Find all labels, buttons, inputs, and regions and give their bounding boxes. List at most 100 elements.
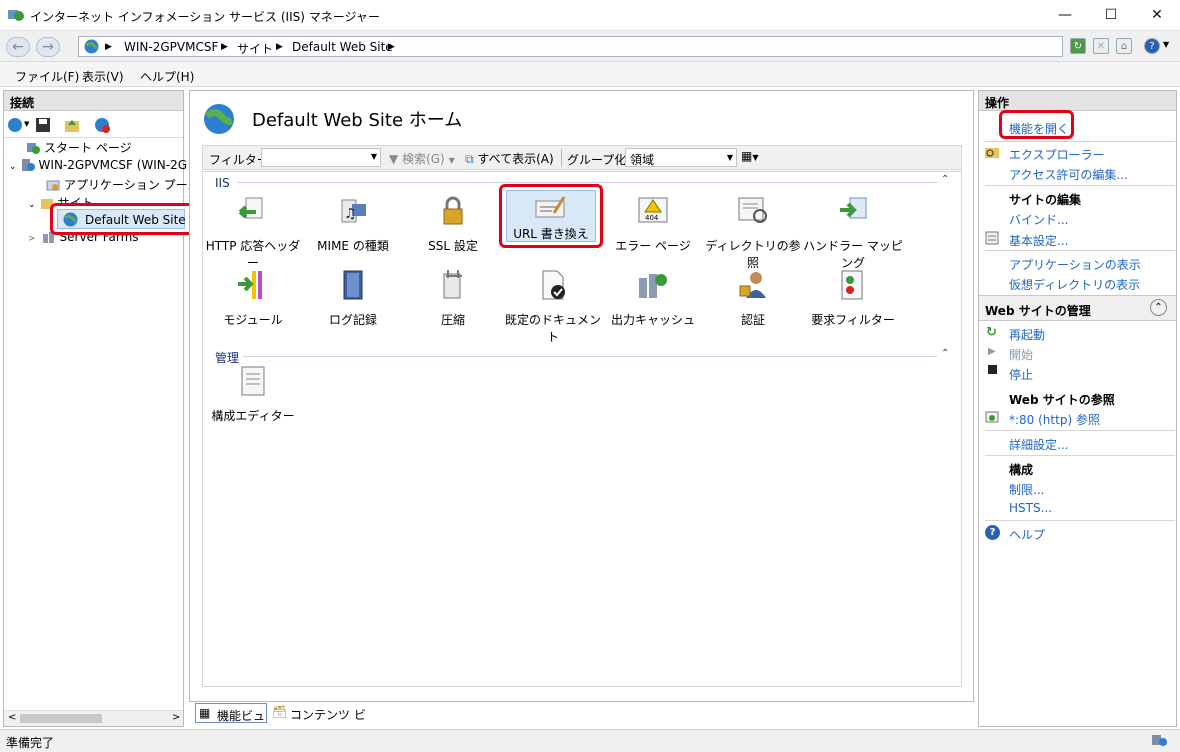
groupby-select[interactable]: 領域 ▼ xyxy=(625,148,737,167)
tree-start-page[interactable]: スタート ページ xyxy=(26,139,132,156)
close-button[interactable]: ✕ xyxy=(1134,0,1180,30)
filter-input[interactable]: ▼ xyxy=(261,148,381,167)
grid-view-icon: ▦ xyxy=(741,149,753,163)
actions-pane: 操作 機能を開く エクスプローラー アクセス許可の編集... サイトの編集 バイ… xyxy=(978,90,1177,727)
server-icon xyxy=(21,159,35,171)
config-editor-icon xyxy=(241,366,265,396)
action-browse-http[interactable]: *:80 (http) 参照 xyxy=(1009,411,1100,428)
action-explorer[interactable]: エクスプローラー xyxy=(1009,146,1105,163)
action-hsts[interactable]: HSTS... xyxy=(1009,501,1052,515)
manage-site-header[interactable]: Web サイトの管理 ⌃ xyxy=(979,295,1176,321)
restart-icon: ↻ xyxy=(986,325,997,340)
chevron-down-icon[interactable]: ▼ xyxy=(371,152,377,161)
chevron-right-icon[interactable]: > xyxy=(28,234,36,244)
action-help[interactable]: ヘルプ xyxy=(1009,526,1045,543)
filter-bar: フィルター: ▼ ▼ 検索(G) ▼ ⧉ すべて表示(A) グループ化: 領域 … xyxy=(202,145,962,170)
collapse-section-icon[interactable]: ⌃ xyxy=(941,174,949,185)
folder-up-icon[interactable] xyxy=(64,117,80,133)
feature-authentication[interactable]: 認証 xyxy=(703,268,803,328)
feature-ssl[interactable]: SSL 設定 xyxy=(403,194,503,254)
show-all-button[interactable]: ⧉ すべて表示(A) xyxy=(465,150,554,167)
output-cache-icon xyxy=(639,274,667,298)
action-bindings[interactable]: バインド... xyxy=(1009,211,1068,228)
breadcrumb-sites[interactable]: サイト xyxy=(237,40,273,57)
menu-view[interactable]: 表示(V) xyxy=(82,68,124,85)
home-icon[interactable]: ⌂ xyxy=(1116,38,1132,54)
tree-default-web-site[interactable]: Default Web Site xyxy=(50,203,195,235)
stop-icon[interactable]: ✕ xyxy=(1093,38,1109,54)
action-limits[interactable]: 制限... xyxy=(1009,481,1044,498)
action-restart[interactable]: 再起動 xyxy=(1009,326,1045,343)
action-basic-settings[interactable]: 基本設定... xyxy=(1009,232,1068,249)
breadcrumb-site[interactable]: Default Web Site xyxy=(292,40,393,54)
chevron-left-icon[interactable]: < xyxy=(8,712,16,723)
feature-output-cache[interactable]: 出力キャッシュ xyxy=(603,268,703,328)
feature-compression[interactable]: 圧縮 xyxy=(403,268,503,328)
action-advanced-settings[interactable]: 詳細設定... xyxy=(1009,436,1068,453)
action-view-applications[interactable]: アプリケーションの表示 xyxy=(1009,256,1141,273)
chevron-down-icon[interactable]: ⌄ xyxy=(9,162,17,172)
content-view-icon: 🗃 xyxy=(272,705,288,719)
chevron-right-icon: ▶ xyxy=(221,42,228,52)
action-view-vdirs[interactable]: 仮想ディレクトリの表示 xyxy=(1009,276,1140,293)
feature-directory-browsing[interactable]: ディレクトリの参照 xyxy=(703,194,803,271)
stop-icon xyxy=(988,365,997,374)
svg-text:♫: ♫ xyxy=(344,206,357,222)
status-text: 準備完了 xyxy=(6,736,55,750)
action-stop[interactable]: 停止 xyxy=(1009,366,1033,383)
help-icon: ? xyxy=(985,525,1000,540)
collapse-section-icon[interactable]: ⌃ xyxy=(941,348,949,359)
configure-heading: 構成 xyxy=(1009,463,1034,477)
minimize-button[interactable]: — xyxy=(1042,0,1088,30)
action-edit-permissions[interactable]: アクセス許可の編集... xyxy=(1009,166,1128,183)
help-icon[interactable]: ? xyxy=(1144,38,1160,54)
save-icon[interactable] xyxy=(35,117,51,133)
title-bar: インターネット インフォメーション サービス (IIS) マネージャー — ☐ … xyxy=(0,0,1180,31)
view-mode-button[interactable]: ▦▼ xyxy=(741,149,759,163)
forward-button[interactable]: → xyxy=(36,37,60,57)
tab-content-view[interactable]: 🗃 コンテンツ ビュー xyxy=(270,703,370,739)
page-title: Default Web Site ホーム xyxy=(252,110,463,131)
maximize-button[interactable]: ☐ xyxy=(1088,0,1134,30)
feature-error-pages[interactable]: 404 エラー ページ xyxy=(603,194,703,254)
horizontal-scrollbar[interactable]: < > xyxy=(4,710,183,726)
funnel-icon: ▼ xyxy=(389,152,399,166)
menu-file[interactable]: ファイル(F) xyxy=(15,68,79,85)
collapse-icon[interactable]: ⌃ xyxy=(1150,299,1167,316)
refresh-icon[interactable]: ↻ xyxy=(1070,38,1086,54)
action-start: 開始 xyxy=(1009,348,1034,362)
tree-app-pools[interactable]: アプリケーション プール xyxy=(46,176,200,193)
section-iis: IIS xyxy=(215,176,230,190)
feature-config-editor[interactable]: 構成エディター xyxy=(203,364,303,424)
tree-server[interactable]: ⌄ WIN-2GPVMCSF (WIN-2G xyxy=(9,158,187,172)
chevron-right-icon[interactable]: > xyxy=(172,712,180,723)
search-button[interactable]: ▼ 検索(G) ▼ xyxy=(389,150,455,167)
feature-logging[interactable]: ログ記録 xyxy=(303,268,403,328)
breadcrumb-server[interactable]: WIN-2GPVMCSF xyxy=(124,40,218,54)
chevron-down-icon[interactable]: ▼ xyxy=(24,120,29,128)
scrollbar-thumb[interactable] xyxy=(20,714,102,723)
svg-text:404: 404 xyxy=(645,214,659,222)
menu-help[interactable]: ヘルプ(H) xyxy=(140,68,194,85)
feature-handler-mappings[interactable]: ハンドラー マッピング xyxy=(803,194,903,271)
feature-mime-types[interactable]: ♫ MIME の種類 xyxy=(303,194,403,254)
tab-feature-view[interactable]: ▦ 機能ビュー xyxy=(195,703,267,740)
edit-site-heading: サイトの編集 xyxy=(1009,193,1082,207)
feature-modules[interactable]: モジュール xyxy=(203,268,303,328)
url-rewrite-icon xyxy=(535,196,566,218)
lock-icon xyxy=(443,196,463,225)
back-button[interactable]: ← xyxy=(6,37,30,57)
connect-globe-icon[interactable] xyxy=(7,117,23,133)
modules-icon xyxy=(238,271,262,299)
chevron-down-icon: ▼ xyxy=(726,153,733,162)
feature-default-document[interactable]: 既定のドキュメント xyxy=(503,268,603,345)
disconnect-icon[interactable] xyxy=(94,117,110,133)
browse-site-heading: Web サイトの参照 xyxy=(1009,393,1115,407)
action-open-feature[interactable]: 機能を開く xyxy=(1009,120,1069,137)
feature-http-headers[interactable]: HTTP 応答ヘッダー xyxy=(203,194,303,271)
chevron-down-icon[interactable]: ▼ xyxy=(1163,40,1169,49)
breadcrumb[interactable]: ▶ WIN-2GPVMCSF ▶ サイト ▶ Default Web Site … xyxy=(78,36,1063,57)
chevron-down-icon[interactable]: ⌄ xyxy=(28,200,36,210)
feature-request-filtering[interactable]: 要求フィルター xyxy=(803,268,903,328)
feature-url-rewrite[interactable]: URL 書き換え xyxy=(499,184,603,248)
